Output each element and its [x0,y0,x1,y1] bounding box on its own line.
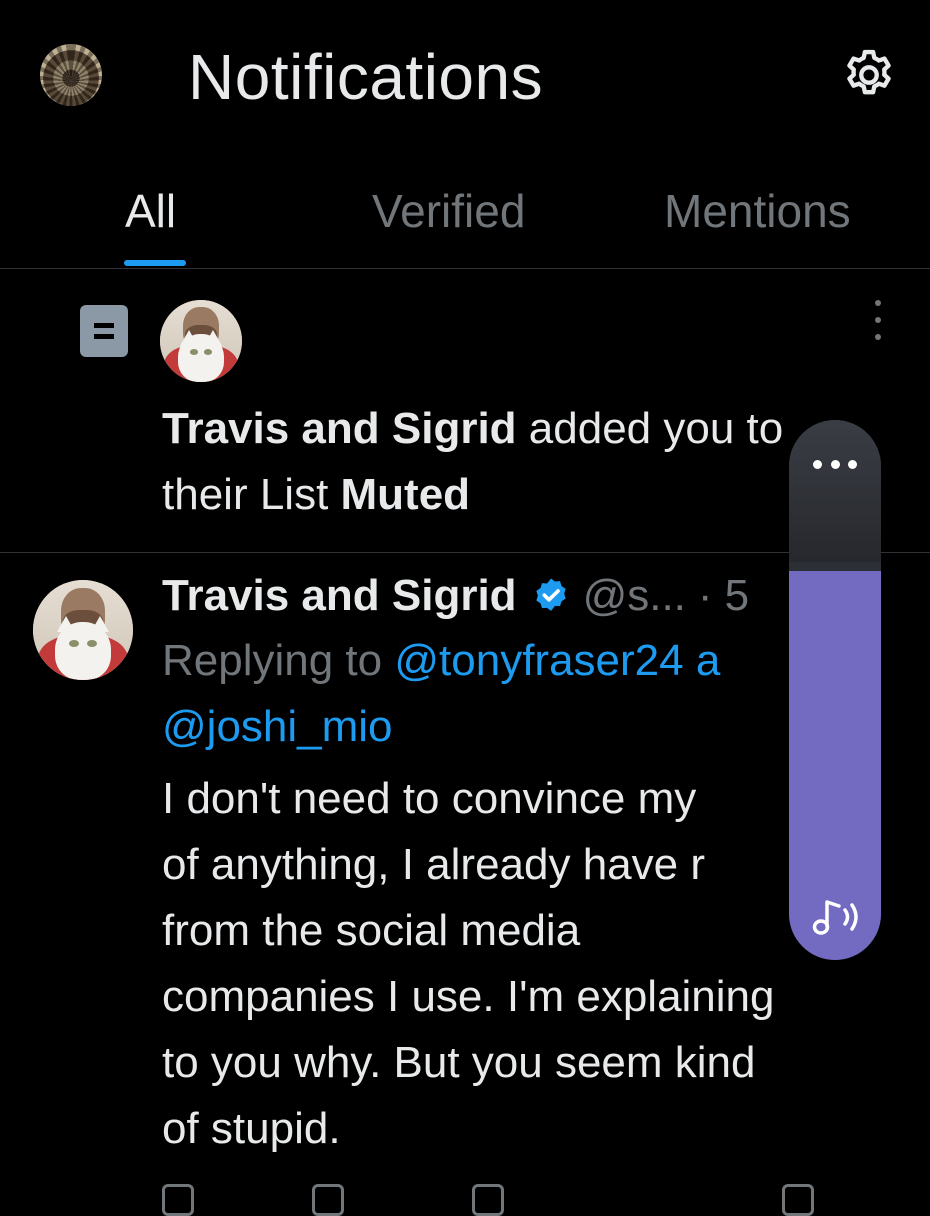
notification-tabs: All Verified Mentions [0,170,930,268]
mention-link[interactable]: @joshi_mio [162,702,393,751]
like-icon[interactable] [472,1184,504,1216]
settings-button[interactable] [838,44,900,106]
tab-mentions[interactable]: Mentions [664,184,851,238]
replying-to-label: Replying to [162,636,383,685]
tweet-text-line: to you why. But you seem kind [162,1038,756,1087]
profile-avatar[interactable] [40,44,102,106]
avatar-image [40,44,102,106]
notification-line2-prefix: their List [162,470,329,519]
notification-action: added you to [528,404,784,453]
more-horizontal-icon[interactable] [813,458,857,470]
more-vertical-icon[interactable] [868,300,888,340]
tab-all[interactable]: All [125,184,176,238]
active-tab-indicator [124,260,186,266]
timestamp-separator: · [697,571,713,620]
avatar[interactable] [160,300,242,382]
list-icon [80,305,128,357]
list-name[interactable]: Muted [341,470,471,519]
divider [0,268,930,269]
bookmark-icon[interactable] [782,1184,814,1216]
verified-badge-icon [535,578,566,611]
tweet-text-line: of stupid. [162,1104,341,1153]
timestamp[interactable]: 5 [725,571,749,621]
top-header: Notifications [0,0,930,150]
tweet-text-line: companies I use. I'm explaining [162,972,775,1021]
gear-icon [847,49,891,95]
author-handle[interactable]: @s... [583,571,686,621]
author-name[interactable]: Travis and Sigrid [162,571,517,621]
tweet-actions [162,1184,902,1216]
mention-link[interactable]: @tonyfraser24 [394,636,683,685]
tab-verified[interactable]: Verified [372,184,525,238]
volume-header [789,420,881,562]
music-volume-icon[interactable] [805,892,865,942]
retweet-icon[interactable] [312,1184,344,1216]
avatar[interactable] [33,580,133,680]
tweet-header: Travis and Sigrid @s... · 5 [162,566,749,626]
page-title: Notifications [188,41,544,113]
reply-icon[interactable] [162,1184,194,1216]
notification-actor[interactable]: Travis and Sigrid [162,404,517,453]
volume-overlay[interactable] [789,420,881,960]
mention-link-tail[interactable]: a [696,636,720,685]
